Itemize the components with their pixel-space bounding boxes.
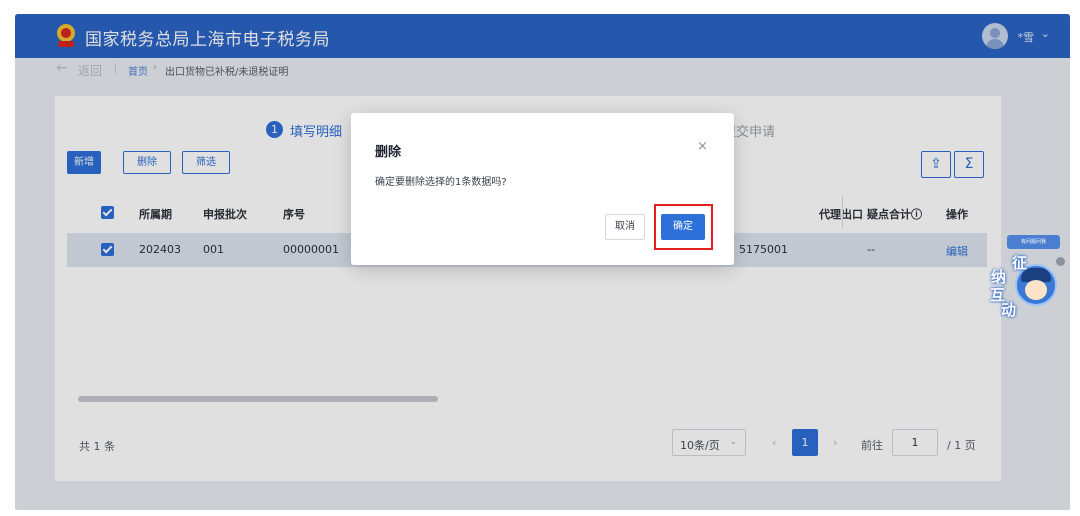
dialog-message: 确定要删除选择的1条数据吗? (375, 177, 507, 188)
confirm-highlight-box (654, 204, 713, 250)
mascot-char-4: 动 (1001, 301, 1017, 319)
dialog-title: 删除 (375, 145, 402, 160)
close-icon[interactable]: × (697, 139, 708, 154)
cancel-button[interactable]: 取消 (605, 214, 645, 240)
mascot-close-icon[interactable] (1056, 257, 1065, 266)
mascot-tooltip[interactable]: 有问题问我 (1007, 235, 1060, 249)
mascot-char-1: 征 (1012, 254, 1028, 272)
